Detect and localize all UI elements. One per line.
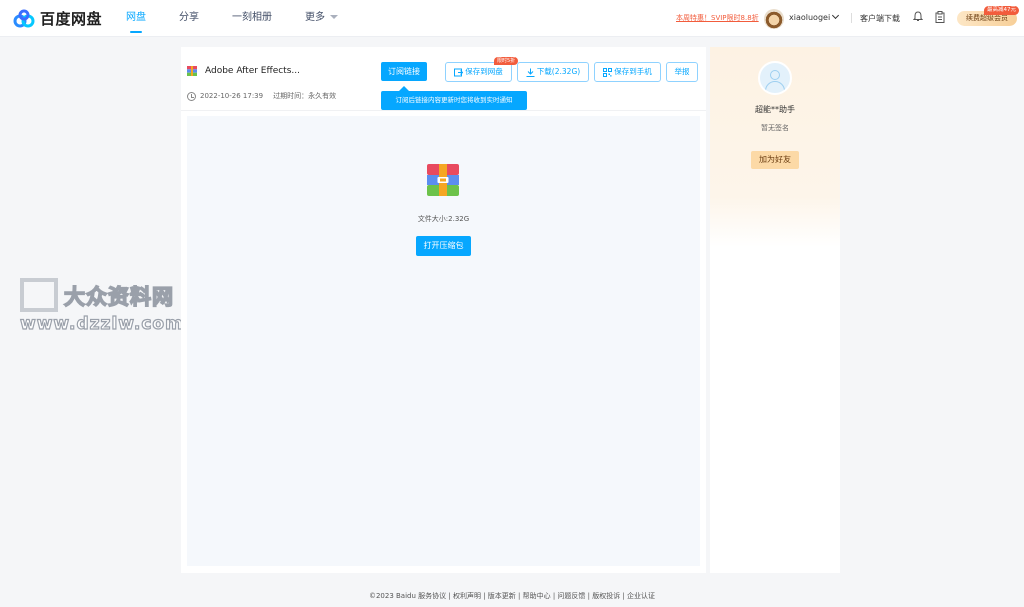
sharer-signature: 暂无签名: [761, 124, 789, 132]
chevron-down-icon: [330, 15, 338, 19]
page-footer: ©2023 Baidu 服务协议 | 权利声明 | 版本更新 | 帮助中心 | …: [368, 592, 656, 600]
svip-discount-badge: 最高减47元: [984, 6, 1019, 15]
footer-link-enterprise[interactable]: 企业认证: [627, 592, 655, 600]
clipboard-icon[interactable]: [935, 11, 945, 23]
expire-time: 过期时间：永久有效: [273, 92, 337, 100]
footer-link-copyright-complaint[interactable]: 版权投诉: [592, 592, 620, 600]
add-friend-button[interactable]: 加为好友: [751, 151, 799, 169]
top-header: 百度网盘 网盘 分享 一刻相册 更多 本周特惠！SVIP限时8.8折 xiaol…: [0, 0, 1024, 37]
person-icon: [770, 70, 780, 80]
divider: [181, 110, 706, 111]
watermark-url: www.dzzlw.com: [19, 313, 184, 334]
footer-link-feedback[interactable]: 问题反馈: [557, 592, 585, 600]
file-size-text: 文件大小:2.32G: [417, 215, 470, 223]
subscribe-button[interactable]: 订阅链接: [381, 62, 427, 81]
bell-icon[interactable]: [912, 11, 924, 22]
sharer-name: 超能**助手: [755, 105, 795, 114]
divider: [851, 13, 852, 23]
chevron-down-icon: [832, 11, 840, 20]
nav-more-label: 更多: [305, 12, 325, 23]
nav-netdisk[interactable]: 网盘: [126, 0, 146, 37]
main-nav: 网盘 分享 一刻相册 更多: [126, 0, 371, 37]
footer-link-updates[interactable]: 版本更新: [488, 592, 516, 600]
client-download-link[interactable]: 客户端下载: [860, 13, 900, 24]
baidu-netdisk-logo[interactable]: 百度网盘: [12, 8, 102, 29]
save-to-phone-label: 保存到手机: [614, 67, 652, 76]
file-preview-area: 文件大小:2.32G 打开压缩包: [187, 116, 700, 566]
sharer-card: 超能**助手 暂无签名 加为好友: [710, 47, 840, 573]
clock-icon: [187, 91, 196, 101]
sharer-avatar[interactable]: [758, 61, 792, 95]
share-file-card: Adobe After Effects... 2022-10-26 17:39 …: [181, 47, 706, 573]
save-to-phone-button[interactable]: 保存到手机: [594, 62, 661, 82]
qrcode-icon: [603, 67, 613, 77]
report-button[interactable]: 举报: [666, 62, 698, 82]
limited-offer-badge: 限时5折: [494, 57, 519, 65]
copyright: ©2023 Baidu: [368, 592, 416, 600]
nav-more[interactable]: 更多: [305, 0, 338, 37]
file-meta: 2022-10-26 17:39 过期时间：永久有效: [187, 91, 336, 101]
save-icon: [454, 68, 464, 76]
archive-file-icon: [427, 164, 459, 196]
username-label: xiaoluogei: [789, 13, 831, 22]
logo-text: 百度网盘: [40, 10, 103, 28]
save-to-netdisk-button[interactable]: 保存到网盘: [445, 62, 512, 82]
zip-file-icon: [187, 65, 197, 76]
download-button[interactable]: 下载(2.32G): [517, 62, 589, 82]
nav-share[interactable]: 分享: [179, 0, 199, 37]
user-avatar[interactable]: [764, 9, 784, 29]
file-name: Adobe After Effects...: [205, 66, 300, 76]
cloud-logo-icon: [12, 9, 36, 29]
share-date: 2022-10-26 17:39: [200, 92, 264, 100]
watermark-logo: [20, 278, 58, 312]
footer-link-help[interactable]: 帮助中心: [523, 592, 551, 600]
subscribe-tooltip: 订阅后链接内容更新时您将收到实时通知: [381, 86, 527, 110]
svip-promo-link[interactable]: 本周特惠！SVIP限时8.8折: [676, 13, 759, 23]
footer-link-rights[interactable]: 权利声明: [453, 592, 481, 600]
nav-album[interactable]: 一刻相册: [232, 0, 272, 37]
download-icon: [526, 68, 535, 77]
user-menu[interactable]: xiaoluogei: [789, 11, 840, 22]
watermark-cn: 大众资料网: [63, 284, 174, 310]
download-label: 下载(2.32G): [536, 67, 581, 76]
footer-link-terms[interactable]: 服务协议: [418, 592, 446, 600]
open-archive-button[interactable]: 打开压缩包: [416, 236, 471, 256]
save-to-netdisk-label: 保存到网盘: [465, 67, 503, 76]
